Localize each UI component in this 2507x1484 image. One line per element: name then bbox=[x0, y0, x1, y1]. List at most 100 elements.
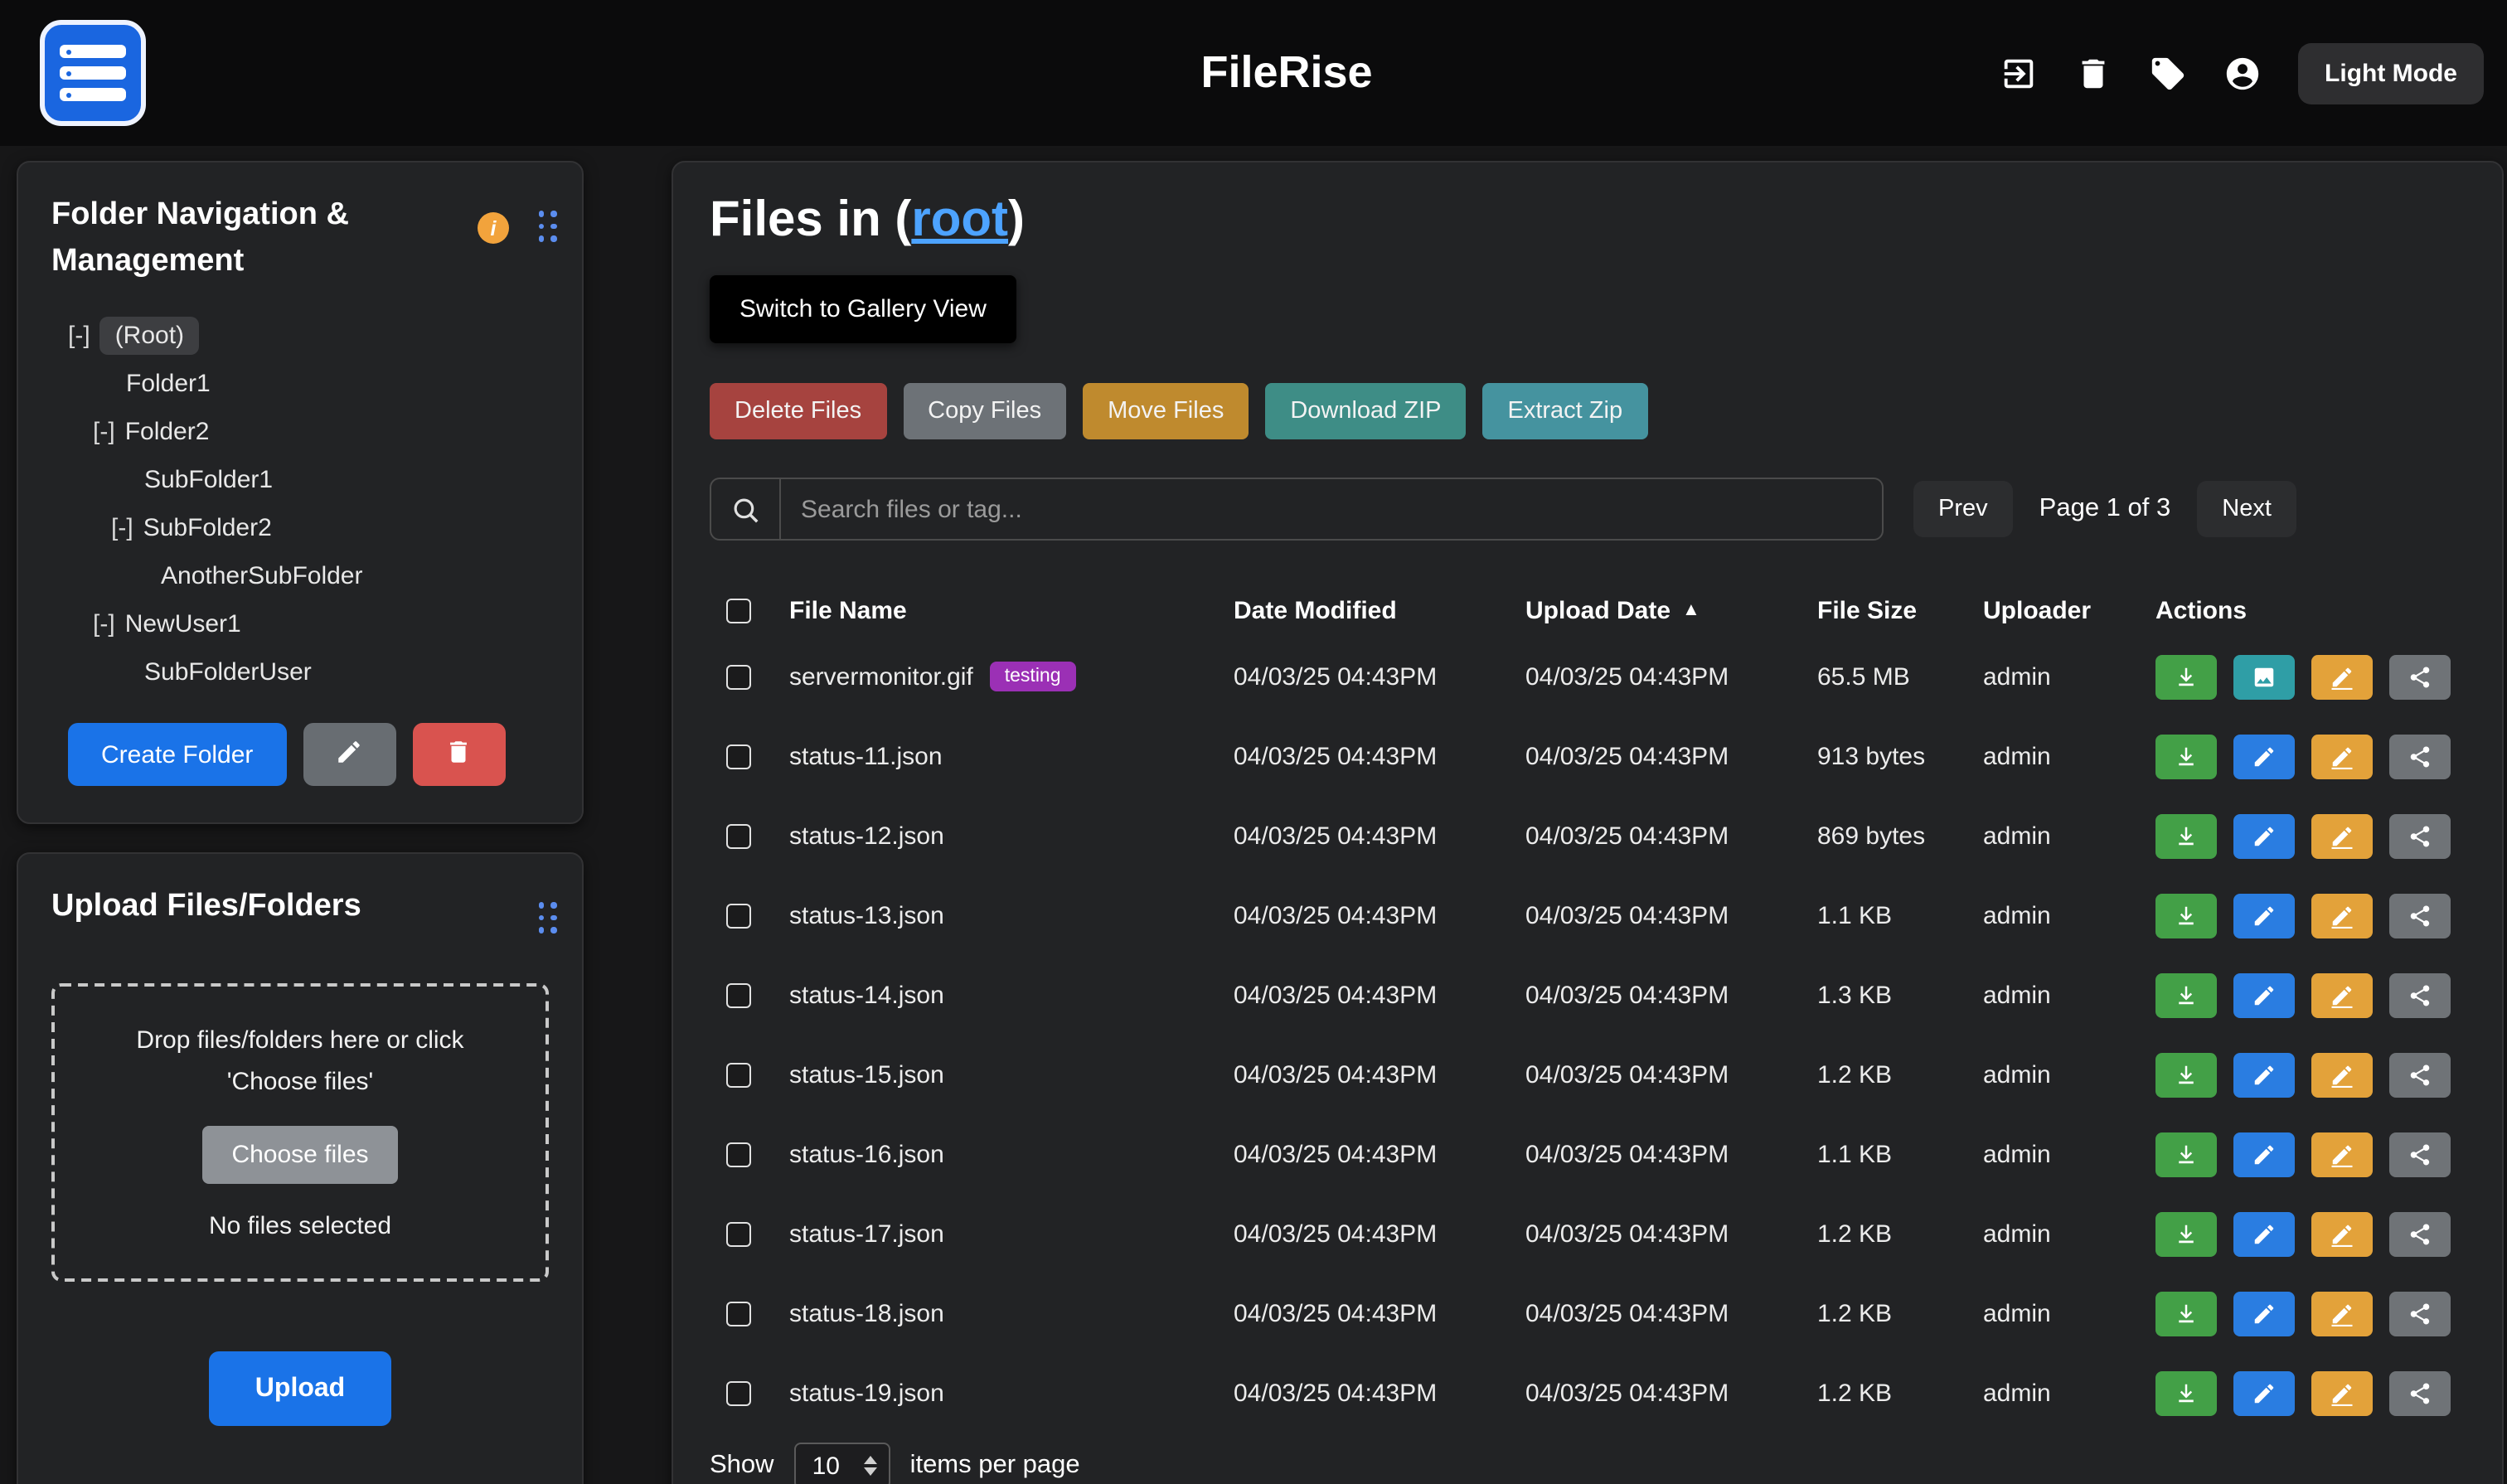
edit-button[interactable] bbox=[2233, 1211, 2295, 1256]
preview-button[interactable] bbox=[2233, 654, 2295, 699]
edit-button[interactable] bbox=[2233, 893, 2295, 938]
file-name[interactable]: status-12.json bbox=[789, 822, 944, 850]
rename-button[interactable] bbox=[2311, 1291, 2373, 1336]
share-button[interactable] bbox=[2389, 972, 2451, 1017]
column-header-file-name[interactable]: File Name bbox=[789, 596, 1234, 624]
share-button[interactable] bbox=[2389, 734, 2451, 778]
file-name[interactable]: status-15.json bbox=[789, 1060, 944, 1089]
rename-folder-button[interactable] bbox=[303, 723, 395, 786]
rename-button[interactable] bbox=[2311, 893, 2373, 938]
column-header-uploader[interactable]: Uploader bbox=[1983, 596, 2155, 624]
prev-page-button[interactable]: Prev bbox=[1913, 481, 2013, 537]
row-checkbox[interactable] bbox=[726, 1301, 751, 1326]
edit-button[interactable] bbox=[2233, 734, 2295, 778]
account-icon[interactable] bbox=[2223, 54, 2262, 92]
row-checkbox[interactable] bbox=[726, 982, 751, 1007]
upload-button[interactable]: Upload bbox=[209, 1351, 391, 1426]
download-button[interactable] bbox=[2155, 734, 2217, 778]
rename-button[interactable] bbox=[2311, 1370, 2373, 1415]
file-name[interactable]: status-14.json bbox=[789, 981, 944, 1009]
file-name[interactable]: status-17.json bbox=[789, 1220, 944, 1248]
logout-icon[interactable] bbox=[2000, 54, 2038, 92]
delete-files-button[interactable]: Delete Files bbox=[710, 383, 886, 439]
rename-button[interactable] bbox=[2311, 972, 2373, 1017]
rename-button[interactable] bbox=[2311, 1132, 2373, 1176]
trash-icon[interactable] bbox=[2074, 54, 2112, 92]
download-button[interactable] bbox=[2155, 1052, 2217, 1097]
download-button[interactable] bbox=[2155, 1132, 2217, 1176]
share-button[interactable] bbox=[2389, 1291, 2451, 1336]
row-checkbox[interactable] bbox=[726, 744, 751, 769]
file-name[interactable]: status-18.json bbox=[789, 1299, 944, 1327]
edit-button[interactable] bbox=[2233, 1052, 2295, 1097]
share-button[interactable] bbox=[2389, 893, 2451, 938]
file-name[interactable]: status-11.json bbox=[789, 742, 943, 770]
move-files-button[interactable]: Move Files bbox=[1083, 383, 1249, 439]
rename-button[interactable] bbox=[2311, 813, 2373, 858]
rename-button[interactable] bbox=[2311, 1052, 2373, 1097]
row-checkbox[interactable] bbox=[726, 1380, 751, 1405]
tree-item[interactable]: SubFolder1 bbox=[51, 456, 549, 504]
tree-collapse-toggle[interactable]: [-] bbox=[111, 514, 133, 542]
row-checkbox[interactable] bbox=[726, 1221, 751, 1246]
rename-button[interactable] bbox=[2311, 654, 2373, 699]
download-zip-button[interactable]: Download ZIP bbox=[1265, 383, 1466, 439]
rename-button[interactable] bbox=[2311, 734, 2373, 778]
row-checkbox[interactable] bbox=[726, 1062, 751, 1087]
tree-item[interactable]: [-]NewUser1 bbox=[51, 600, 549, 648]
edit-button[interactable] bbox=[2233, 1291, 2295, 1336]
download-button[interactable] bbox=[2155, 893, 2217, 938]
share-button[interactable] bbox=[2389, 1211, 2451, 1256]
edit-button[interactable] bbox=[2233, 972, 2295, 1017]
info-icon[interactable]: i bbox=[478, 212, 509, 244]
share-button[interactable] bbox=[2389, 1370, 2451, 1415]
switch-gallery-view-button[interactable]: Switch to Gallery View bbox=[710, 275, 1016, 343]
file-name[interactable]: status-13.json bbox=[789, 901, 944, 929]
share-button[interactable] bbox=[2389, 1132, 2451, 1176]
rename-button[interactable] bbox=[2311, 1211, 2373, 1256]
file-name[interactable]: status-16.json bbox=[789, 1140, 944, 1168]
drag-handle-icon[interactable] bbox=[538, 902, 557, 934]
share-button[interactable] bbox=[2389, 813, 2451, 858]
delete-folder-button[interactable] bbox=[412, 723, 505, 786]
tree-item[interactable]: SubFolderUser bbox=[51, 648, 549, 696]
select-all-checkbox[interactable] bbox=[726, 598, 751, 623]
tree-collapse-toggle[interactable]: [-] bbox=[93, 610, 115, 638]
tree-item[interactable]: [-]SubFolder2 bbox=[51, 504, 549, 552]
download-button[interactable] bbox=[2155, 813, 2217, 858]
extract-zip-button[interactable]: Extract Zip bbox=[1483, 383, 1648, 439]
edit-button[interactable] bbox=[2233, 813, 2295, 858]
row-checkbox[interactable] bbox=[726, 823, 751, 848]
file-name[interactable]: servermonitor.gif bbox=[789, 662, 973, 691]
row-checkbox[interactable] bbox=[726, 664, 751, 689]
copy-files-button[interactable]: Copy Files bbox=[903, 383, 1066, 439]
create-folder-button[interactable]: Create Folder bbox=[68, 723, 286, 786]
column-header-date-modified[interactable]: Date Modified bbox=[1234, 596, 1525, 624]
tree-item[interactable]: Folder1 bbox=[51, 360, 549, 408]
download-button[interactable] bbox=[2155, 1291, 2217, 1336]
tree-item[interactable]: [-](Root) bbox=[51, 312, 549, 360]
next-page-button[interactable]: Next bbox=[2197, 481, 2296, 537]
tree-item[interactable]: [-]Folder2 bbox=[51, 408, 549, 456]
search-input[interactable] bbox=[779, 478, 1884, 541]
row-checkbox[interactable] bbox=[726, 1142, 751, 1166]
share-button[interactable] bbox=[2389, 654, 2451, 699]
edit-button[interactable] bbox=[2233, 1132, 2295, 1176]
column-header-file-size[interactable]: File Size bbox=[1817, 596, 1983, 624]
column-header-upload-date[interactable]: Upload Date▲ bbox=[1525, 596, 1817, 624]
tree-collapse-toggle[interactable]: [-] bbox=[68, 322, 90, 350]
file-name[interactable]: status-19.json bbox=[789, 1379, 944, 1407]
drag-handle-icon[interactable] bbox=[538, 211, 557, 242]
download-button[interactable] bbox=[2155, 1370, 2217, 1415]
download-button[interactable] bbox=[2155, 972, 2217, 1017]
tag-icon[interactable] bbox=[2149, 54, 2187, 92]
share-button[interactable] bbox=[2389, 1052, 2451, 1097]
root-folder-link[interactable]: root bbox=[911, 192, 1008, 247]
choose-files-button[interactable]: Choose files bbox=[201, 1126, 398, 1184]
row-checkbox[interactable] bbox=[726, 903, 751, 928]
tree-collapse-toggle[interactable]: [-] bbox=[93, 418, 115, 446]
download-button[interactable] bbox=[2155, 1211, 2217, 1256]
tree-item[interactable]: AnotherSubFolder bbox=[51, 552, 549, 600]
light-mode-button[interactable]: Light Mode bbox=[2298, 42, 2484, 104]
items-per-page-select[interactable]: 10 bbox=[794, 1443, 890, 1484]
